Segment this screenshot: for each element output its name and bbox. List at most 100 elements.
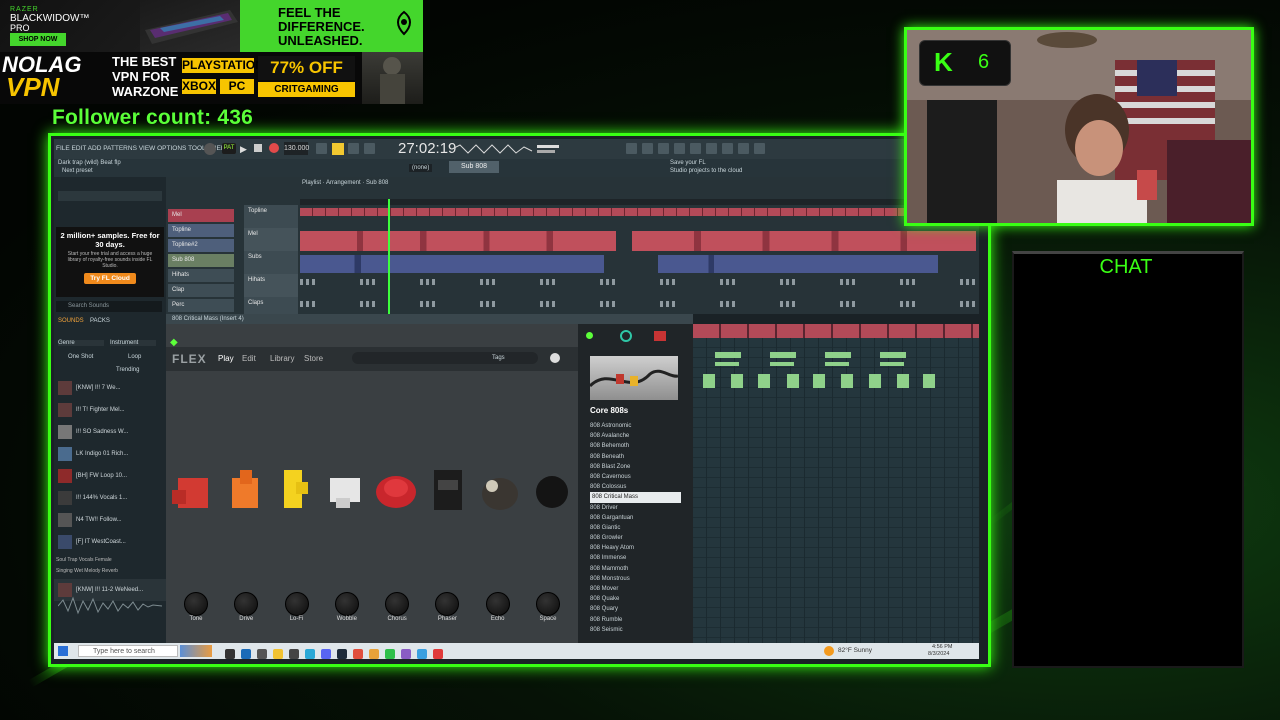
taskbar-widget-icon[interactable] bbox=[180, 645, 212, 657]
toolbar-icon-b[interactable] bbox=[658, 143, 669, 154]
preset-item[interactable]: 808 Heavy Atom bbox=[578, 543, 693, 553]
snap-select[interactable]: (none) bbox=[409, 164, 433, 172]
preset-item[interactable]: 808 Immense bbox=[578, 553, 693, 563]
flex-settings-icon[interactable] bbox=[550, 353, 560, 363]
tag[interactable]: Melody bbox=[84, 568, 100, 574]
tag[interactable]: Wet bbox=[74, 568, 83, 574]
nav-edit[interactable]: Edit bbox=[242, 354, 256, 363]
list-item[interactable]: N4 TW!! Follow... bbox=[54, 509, 166, 531]
metronome-icon[interactable] bbox=[316, 143, 327, 154]
app-icon[interactable] bbox=[433, 649, 443, 659]
preset-item[interactable]: 808 Mammoth bbox=[578, 564, 693, 574]
echo-knob[interactable] bbox=[485, 592, 510, 616]
track-header[interactable]: Hihats bbox=[244, 274, 298, 297]
knob-lofi[interactable]: Lo-Fi bbox=[277, 592, 317, 622]
tone-knob[interactable] bbox=[184, 592, 208, 616]
list-item[interactable]: I!! 144% Vocals 1... bbox=[54, 487, 166, 509]
app-icon[interactable] bbox=[257, 649, 267, 659]
search-sounds-input[interactable]: Search Sounds bbox=[56, 301, 162, 312]
toolbar-icon-a[interactable] bbox=[642, 143, 653, 154]
list-item[interactable]: [BH] FW Loop 10... bbox=[54, 465, 166, 487]
shop-now-button[interactable]: SHOP NOW bbox=[10, 33, 66, 46]
piano-roll-notes[interactable] bbox=[693, 348, 979, 398]
step-edit-icon[interactable] bbox=[364, 143, 375, 154]
knob-chorus[interactable]: Chorus bbox=[377, 592, 417, 622]
tab-packs[interactable]: PACKS bbox=[90, 318, 110, 324]
track-header[interactable]: Topline bbox=[244, 205, 298, 228]
channel-item[interactable]: Topline#2 bbox=[168, 239, 234, 252]
app-icon[interactable] bbox=[417, 649, 427, 659]
preset-item[interactable]: 808 Mover bbox=[578, 584, 693, 594]
wobble-knob[interactable] bbox=[334, 592, 359, 616]
preset-item[interactable]: 808 Beneath bbox=[578, 452, 693, 462]
knob-echo[interactable]: Echo bbox=[478, 592, 518, 622]
knob-wobble[interactable]: Wobble bbox=[327, 592, 367, 622]
tag[interactable]: Trap bbox=[67, 557, 77, 563]
pattern-selector[interactable]: Sub 808 bbox=[449, 161, 499, 173]
clip-subs[interactable] bbox=[300, 255, 604, 273]
nav-library[interactable]: Library bbox=[270, 354, 294, 363]
clock-time[interactable]: 4:56 PM bbox=[932, 644, 952, 650]
preset-item[interactable]: 808 Avalanche bbox=[578, 431, 693, 441]
help-icon[interactable] bbox=[706, 143, 717, 154]
channel-item[interactable]: Mel bbox=[168, 209, 234, 222]
preset-item[interactable]: 808 Monstrous bbox=[578, 574, 693, 584]
tag[interactable]: Soul bbox=[56, 557, 66, 563]
clip-claps[interactable] bbox=[300, 301, 976, 307]
info-icon[interactable] bbox=[738, 143, 749, 154]
preset-item[interactable]: 808 Driver bbox=[578, 503, 693, 513]
edge-icon[interactable] bbox=[241, 649, 251, 659]
channel-item[interactable]: Perc bbox=[168, 299, 234, 312]
chorus-knob[interactable] bbox=[385, 592, 410, 616]
app-icon[interactable] bbox=[289, 649, 299, 659]
lofi-knob[interactable] bbox=[284, 592, 309, 616]
list-item[interactable]: I!! SO Sadness W... bbox=[54, 421, 166, 443]
taskbar-search-input[interactable]: Type here to search bbox=[78, 645, 178, 657]
preset-knob-icon[interactable] bbox=[620, 330, 632, 342]
preset-item[interactable]: 808 Rumble bbox=[578, 615, 693, 625]
preset-item[interactable]: 808 Behemoth bbox=[578, 441, 693, 451]
knob-tone[interactable]: Tone bbox=[176, 592, 216, 622]
cloud-icon[interactable] bbox=[754, 143, 765, 154]
playhead[interactable] bbox=[388, 199, 390, 314]
explorer-icon[interactable] bbox=[273, 649, 283, 659]
knob-drive[interactable]: Drive bbox=[226, 592, 266, 622]
nav-store[interactable]: Store bbox=[304, 354, 323, 363]
app-icon[interactable] bbox=[385, 649, 395, 659]
list-item[interactable]: LK Indigo 01 Rich... bbox=[54, 443, 166, 465]
tag[interactable]: Reverb bbox=[102, 568, 118, 574]
clock-date[interactable]: 8/3/2024 bbox=[928, 651, 949, 657]
clip-hihats[interactable] bbox=[300, 279, 976, 285]
flex-power-icon[interactable]: ◆ bbox=[170, 337, 178, 348]
preset-item[interactable]: 808 Quary bbox=[578, 604, 693, 614]
nav-play[interactable]: Play bbox=[218, 354, 234, 363]
drive-knob[interactable] bbox=[234, 592, 259, 616]
record-icon[interactable] bbox=[269, 143, 279, 153]
sort-trending[interactable]: Trending bbox=[116, 367, 139, 373]
channel-item[interactable]: Sub 808 bbox=[168, 254, 234, 267]
channel-item[interactable]: Topline bbox=[168, 224, 234, 237]
list-item[interactable]: [F] IT WestCoast... bbox=[54, 531, 166, 553]
filter-loop[interactable]: Loop bbox=[128, 354, 141, 360]
track-header[interactable]: Mel bbox=[244, 228, 298, 251]
tab-sounds[interactable]: SOUNDS bbox=[58, 318, 84, 324]
preset-item[interactable]: 808 Seismic bbox=[578, 625, 693, 635]
clip-mel[interactable] bbox=[300, 231, 616, 251]
preset-item[interactable]: 808 Cavernous bbox=[578, 472, 693, 482]
tags-filter[interactable]: Tags bbox=[492, 355, 505, 361]
track-header[interactable]: Subs bbox=[244, 251, 298, 274]
preset-item[interactable]: 808 Astronomic bbox=[578, 421, 693, 431]
loop-record-icon[interactable] bbox=[348, 143, 359, 154]
master-volume-knob[interactable] bbox=[204, 143, 216, 155]
tag[interactable]: Female bbox=[95, 557, 112, 563]
play-icon[interactable]: ▶ bbox=[240, 144, 247, 155]
knob-phaser[interactable]: Phaser bbox=[427, 592, 467, 622]
clip-topline[interactable] bbox=[300, 208, 976, 216]
filter-instrument[interactable]: Instrument bbox=[110, 340, 156, 346]
preset-item-selected[interactable]: 808 Critical Mass bbox=[590, 492, 681, 503]
filter-oneshot[interactable]: One Shot bbox=[68, 354, 93, 360]
preset-search-input[interactable] bbox=[352, 352, 538, 364]
tag[interactable]: Vocals bbox=[79, 557, 94, 563]
preset-item[interactable]: 808 Quake bbox=[578, 594, 693, 604]
preset-item[interactable]: 808 Gargantuan bbox=[578, 513, 693, 523]
